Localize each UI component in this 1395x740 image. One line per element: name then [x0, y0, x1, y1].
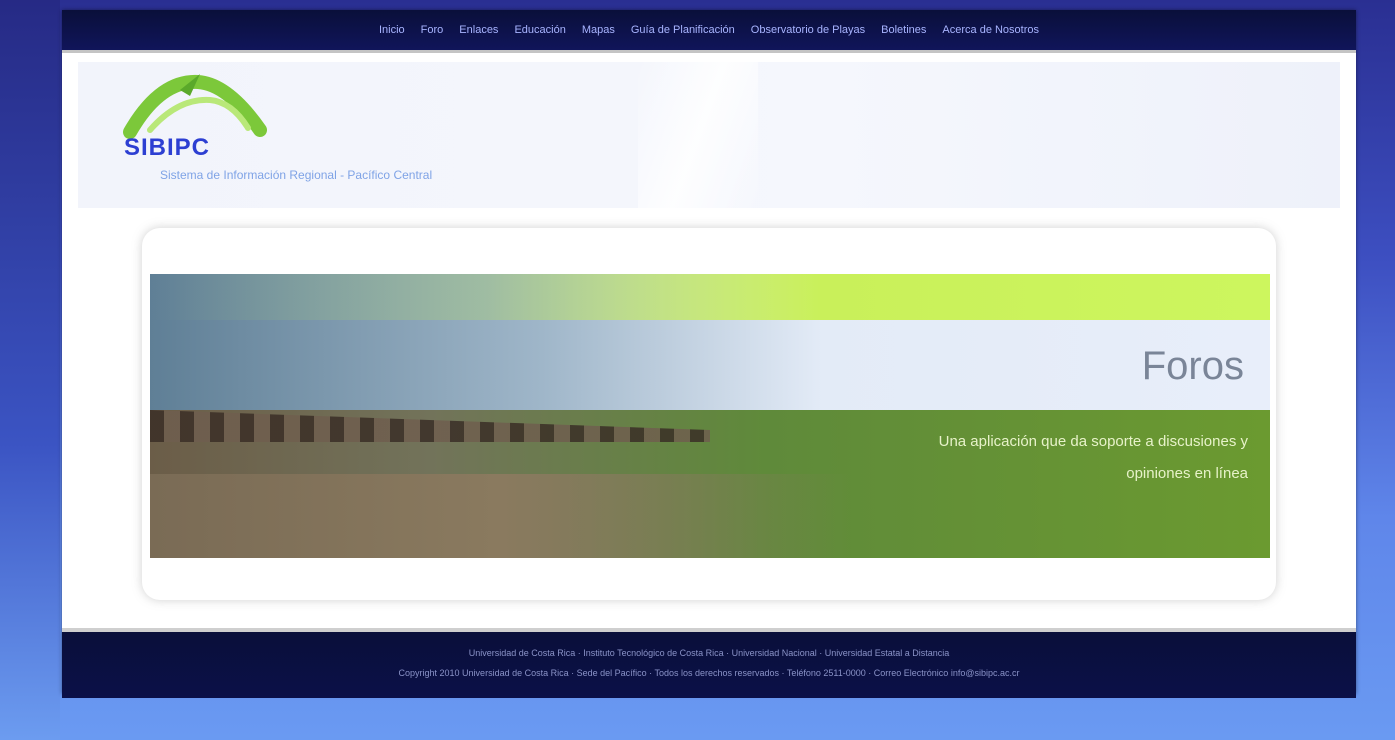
nav-item-foro[interactable]: Foro [421, 24, 444, 36]
banner-description: Una aplicación que da soporte a discusio… [938, 433, 1248, 482]
nav-item-observatorio[interactable]: Observatorio de Playas [751, 24, 865, 36]
nav-item-educacion[interactable]: Educación [514, 24, 565, 36]
top-navigation: Inicio Foro Enlaces Educación Mapas Guía… [62, 10, 1356, 53]
page-background [0, 0, 60, 740]
nav-item-acerca[interactable]: Acerca de Nosotros [942, 24, 1039, 36]
banner-title: Foros [1141, 344, 1244, 388]
nav-item-mapas[interactable]: Mapas [582, 24, 615, 36]
footer-copyright: Copyright 2010 Universidad de Costa Rica… [398, 668, 1020, 678]
logo-arc-icon[interactable] [120, 70, 320, 180]
site-header: SIBIPC Sistema de Información Regional -… [78, 62, 1340, 208]
banner-beach [150, 474, 850, 558]
nav-item-inicio[interactable]: Inicio [379, 24, 405, 36]
site-footer: Universidad de Costa Rica · Instituto Te… [62, 628, 1356, 698]
site-tagline: Sistema de Información Regional - Pacífi… [160, 168, 433, 182]
nav-item-boletines[interactable]: Boletines [881, 24, 926, 36]
nav-item-guia[interactable]: Guía de Planificación [631, 24, 735, 36]
hero-card: Foros Una aplicación que da soporte a di… [142, 228, 1276, 600]
footer-institutions: Universidad de Costa Rica · Instituto Te… [468, 648, 950, 658]
logo-text[interactable]: SIBIPC [124, 134, 210, 162]
banner-lime-stripe [150, 274, 1270, 320]
nav-item-enlaces[interactable]: Enlaces [459, 24, 498, 36]
page-frame: Inicio Foro Enlaces Educación Mapas Guía… [62, 10, 1356, 698]
forum-banner: Foros Una aplicación que da soporte a di… [150, 274, 1270, 558]
header-sheen [638, 62, 758, 208]
